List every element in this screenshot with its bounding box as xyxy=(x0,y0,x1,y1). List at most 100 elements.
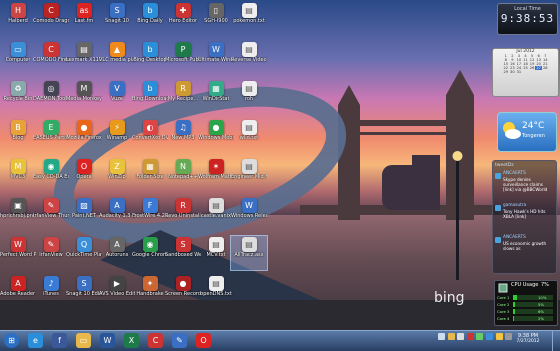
desktop-icon[interactable]: ▤Engineer Mid fix.bat xyxy=(231,158,267,192)
desktop-icon[interactable]: ♻ Recycle Bin xyxy=(0,80,36,114)
desktop-icon[interactable]: ✎ IrfanView xyxy=(33,236,69,270)
tray-sync-icon[interactable] xyxy=(485,333,493,340)
desktop-icon[interactable]: ▲VLC media player xyxy=(99,41,135,75)
opera-taskbar-button[interactable]: O xyxy=(196,333,211,348)
desktop-icon[interactable]: ✚ Hero Editor xyxy=(165,2,201,36)
calendar-gadget[interactable]: Jul 2012 1 2 3 4 5 6 7 8 9 10 11 12 13 14 15 16 17 18 19 20… xyxy=(492,48,559,97)
calendar-day[interactable]: 31 xyxy=(516,70,523,74)
desktop-icon[interactable]: M MVC3 xyxy=(0,158,36,192)
desktop-icon[interactable]: ✎IrfanView Thumbnails xyxy=(33,197,69,231)
desktop-icon[interactable]: ♫ New MP3 xyxy=(165,119,201,153)
app-icon: C xyxy=(43,42,59,57)
desktop-icon[interactable]: ◎DAEMON Tools Lite xyxy=(33,80,69,114)
show-desktop-button[interactable] xyxy=(552,331,560,351)
desktop-icon[interactable]: ▭ Computer xyxy=(0,41,36,75)
desktop-icon[interactable]: FFrostWire 4.21.8 xyxy=(132,197,168,231)
desktop-icon[interactable]: CComodo Dragon xyxy=(33,2,69,36)
desktop-icon[interactable]: ▤ MCV.txt xyxy=(198,236,234,270)
tray-volume-icon[interactable] xyxy=(457,333,465,340)
desktop-icon[interactable]: b Bing Daily xyxy=(132,2,168,36)
folder-taskbar-button[interactable]: ▭ xyxy=(76,333,91,348)
tray-network-icon[interactable] xyxy=(438,333,445,340)
desktop-icon[interactable]: PMicrosoft Publish... xyxy=(165,41,201,75)
app-icon: ▤ xyxy=(241,81,257,96)
desktop-icon[interactable]: WUltimate Windows... xyxy=(198,41,234,75)
desktop-icon[interactable]: b Bing Desktop xyxy=(132,41,168,75)
desktop-icon[interactable]: ▨ Paint.NET xyxy=(66,197,102,231)
tray-chat-icon[interactable] xyxy=(495,333,503,340)
desktop-icon[interactable]: ▤Reverse Videos... xyxy=(231,41,267,75)
desktop-icon[interactable]: ▶AVS Video Editor xyxy=(99,275,135,309)
desktop-icon[interactable]: EEASEUS Partition ... xyxy=(33,119,69,153)
desktop-icon[interactable]: ▤ AllTracz.asx xyxy=(230,235,268,271)
desktop-icon[interactable]: ◉Easy CD-DA Extractor xyxy=(33,158,69,192)
comodo-dragon-taskbar-button[interactable]: C xyxy=(148,333,163,348)
calendar-day[interactable]: 30 xyxy=(509,70,516,74)
cpu-core-label: Core 2 xyxy=(497,302,510,307)
desktop-icon[interactable]: QQuickTime Player xyxy=(66,236,102,270)
desktop-icon[interactable]: ▤ openDNS.txt xyxy=(198,275,234,309)
news-item[interactable]: ANCAERTS Skype denies surveillance claims… xyxy=(494,171,554,195)
news-item[interactable]: gamasutra Tony Hawk's HD hits XBLA [link] xyxy=(494,203,554,227)
desktop-icon[interactable]: ▯ SGH-I900 xyxy=(198,2,234,36)
desktop-icon[interactable]: N Notepad++ xyxy=(165,158,201,192)
desktop-icon[interactable]: AAdobe Reader X xyxy=(0,275,36,309)
desktop-icon[interactable]: ♪ iTunes xyxy=(33,275,69,309)
desktop-icon[interactable]: WWindows ReleasePre... xyxy=(231,197,267,231)
taskbar-clock[interactable]: 9:38 PM 7/27/2012 xyxy=(509,333,547,344)
desktop-icon[interactable]: O Opera xyxy=(66,158,102,192)
desktop-icon[interactable]: M Media Monkey xyxy=(66,80,102,114)
desktop-icon[interactable]: B Blog xyxy=(0,119,36,153)
tray-power-icon[interactable] xyxy=(476,333,484,340)
desktop-icon[interactable]: ◐ConvertXto DVD 4 xyxy=(132,119,168,153)
desktop-icon[interactable]: RRevo Uninstaller xyxy=(165,197,201,231)
desktop-icon[interactable]: SSnagit 10 Editor xyxy=(66,275,102,309)
internet-explorer-taskbar-button[interactable]: e xyxy=(28,333,43,348)
tray-antivirus-icon[interactable] xyxy=(466,333,474,340)
desktop-icon[interactable]: ▤Lexmark X1100 Seri... xyxy=(66,41,102,75)
word-taskbar-button[interactable]: W xyxy=(100,333,115,348)
tray-flag-icon[interactable] xyxy=(447,333,455,340)
desktop-icon[interactable]: as Last.fm xyxy=(66,2,102,36)
clock-gadget[interactable]: Local Time 9:38:53 xyxy=(497,3,558,35)
paint-taskbar-button[interactable]: ✎ xyxy=(172,333,187,348)
facebook-taskbar-button[interactable]: f xyxy=(52,333,67,348)
desktop-icon[interactable]: ▣ hprichrsbj.png xyxy=(0,197,36,231)
desktop-icon[interactable]: H Halberd xyxy=(0,2,36,36)
desktop-icon[interactable]: CCOMODO Firewall xyxy=(33,41,69,75)
start-button[interactable]: ⊞ xyxy=(4,333,19,348)
desktop-icon[interactable]: R My Recipe... xyxy=(165,80,201,114)
desktop-icon[interactable]: WPerfect Word PRI... xyxy=(0,236,36,270)
desktop-icon[interactable]: S Snagit 10 xyxy=(99,2,135,36)
desktop-icon[interactable]: V Vuze xyxy=(99,80,135,114)
app-icon: ◉ xyxy=(142,237,158,252)
calendar-day[interactable]: 29 xyxy=(502,70,509,74)
desktop-icon[interactable]: bBing Download... xyxy=(132,80,168,114)
desktop-icon[interactable]: ▤ pokemon.txt xyxy=(231,2,267,36)
desktop-icon[interactable]: AAudacity 1.3 Beta (Unic... xyxy=(99,197,135,231)
desktop-icon[interactable]: A Autoruns xyxy=(99,236,135,270)
desktop-icon[interactable]: ✶Wolfram Mathemat... xyxy=(198,158,234,192)
desktop-icon[interactable]: ▦ Folder Size xyxy=(132,158,168,192)
desktop-icon[interactable]: ✦ Handbrake xyxy=(132,275,168,309)
system-tray[interactable] xyxy=(438,333,513,342)
news-item[interactable]: ANCAERTS US economic growth slows as xyxy=(494,235,554,259)
excel-taskbar-button[interactable]: X xyxy=(124,333,139,348)
desktop-icon[interactable]: ● Mozilla Firefox xyxy=(66,119,102,153)
desktop-icon[interactable]: ▤ wlid.txt xyxy=(231,119,267,153)
weather-gadget[interactable]: 24°C Tongeren xyxy=(497,112,557,152)
desktop-icon[interactable]: ●Windows Mobile... xyxy=(198,119,234,153)
desktop-icon[interactable]: ⚡ Winamp xyxy=(99,119,135,153)
desktop-icon-label: Computer xyxy=(5,57,31,63)
calendar-day[interactable]: 28 xyxy=(542,66,549,70)
desktop-icon[interactable]: ●Screen Recorder xyxy=(165,275,201,309)
desktop-icon[interactable]: ▤ castle.vanix xyxy=(198,197,234,231)
cpu-gadget[interactable]: CPU Usage 7% Core 1 10% Core 2 5% Core 3 6% Co… xyxy=(494,280,558,326)
desktop-icon[interactable]: ▦ WinDirStat xyxy=(198,80,234,114)
desktop-icon[interactable]: Z WinZip xyxy=(99,158,135,192)
desktop-icon[interactable]: ▤ roh xyxy=(231,80,267,114)
desktop-icon-label: WinZip xyxy=(108,174,126,180)
desktop-icon[interactable]: ◉ Google Chrome xyxy=(132,236,168,270)
desktop-icon[interactable]: SSandboxed Web Browser xyxy=(165,236,201,270)
news-gadget[interactable]: tweetDz ANCAERTS Skype denies surveillanc… xyxy=(492,160,557,274)
